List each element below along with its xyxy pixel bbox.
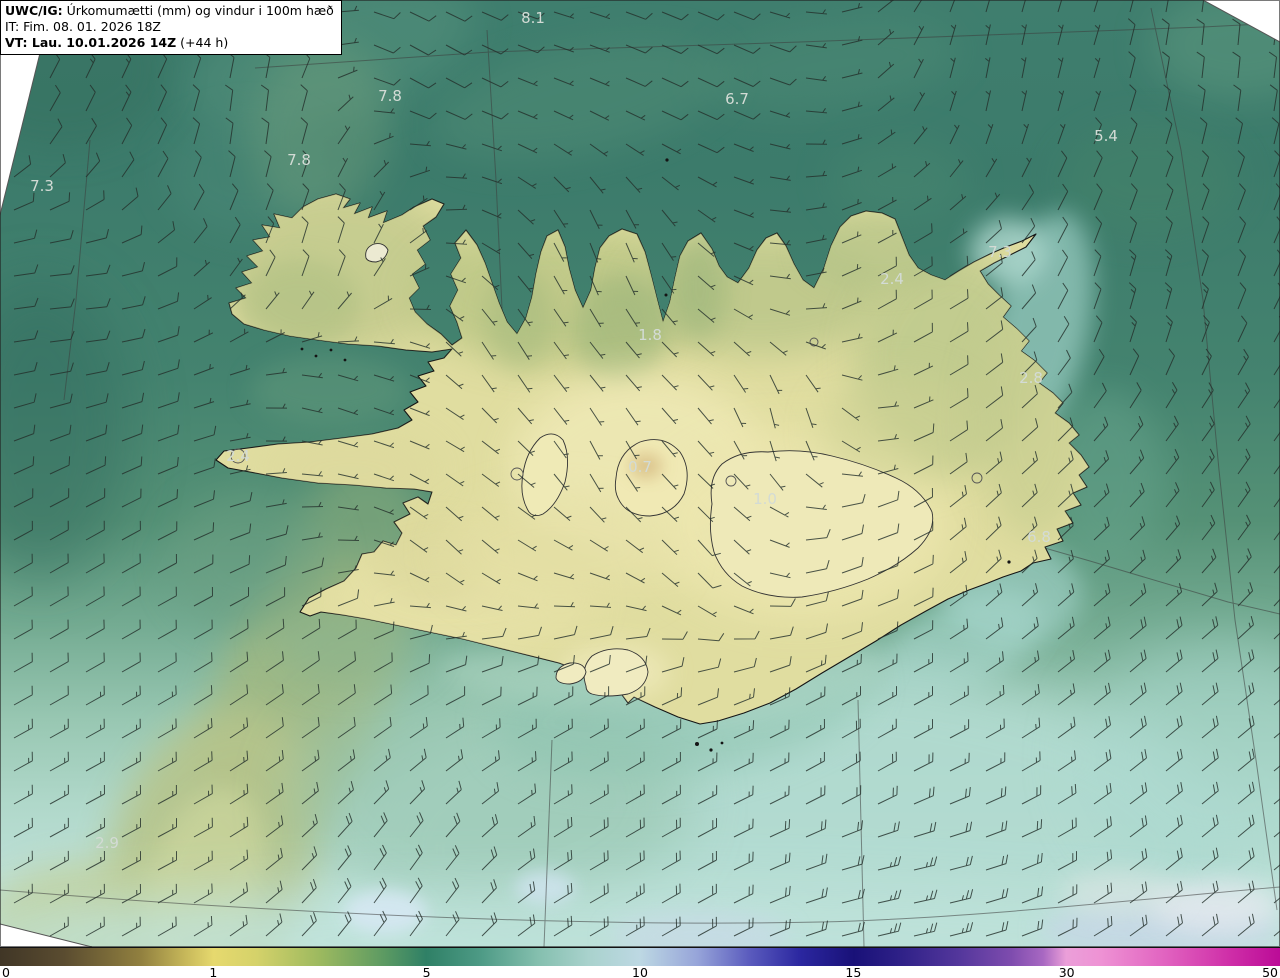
map-title-box: UWC/IG: Úrkomumætti (mm) og vindur i 100… (0, 0, 342, 55)
init-time-line: IT: Fim. 08. 01. 2026 18Z (5, 19, 161, 34)
precip-colorbar (0, 947, 1280, 966)
contour-label: 7.8 (378, 87, 402, 105)
colorbar-tick-labels: 0 1 5 10 15 30 50 (0, 966, 1280, 978)
contour-label: 7.3 (988, 243, 1012, 261)
colorbar-tick: 50 (1262, 964, 1278, 978)
title-line: UWC/IG: Úrkomumætti (mm) og vindur i 100… (5, 3, 334, 19)
contour-label: 6.7 (725, 90, 749, 108)
weather-map-frame: 8.1 7.8 6.7 7.8 7.3 5.4 7.3 2.4 2.8 1.8 2.4 0.7 1.0 6… (0, 0, 1280, 978)
colorbar-tick: 30 (1058, 964, 1075, 978)
colorbar-tick: 5 (422, 964, 431, 978)
model-id: UWC/IG: (5, 3, 63, 18)
contour-label: 5.4 (1094, 127, 1118, 145)
contour-label: 2.4 (226, 447, 250, 465)
contour-label: 2.8 (1019, 369, 1043, 387)
colorbar-tick: 15 (845, 964, 862, 978)
contour-label: 0.7 (628, 458, 652, 476)
colorbar-tick: 0 (2, 964, 10, 978)
valid-time-line: VT: Lau. 10.01.2026 14Z (+44 h) (5, 35, 229, 50)
contour-label: 7.8 (287, 151, 311, 169)
weather-map-canvas: 8.1 7.8 6.7 7.8 7.3 5.4 7.3 2.4 2.8 1.8 2.4 0.7 1.0 6… (0, 0, 1280, 947)
contour-label: 2.9 (95, 834, 119, 852)
contour-label: 8.1 (521, 9, 545, 27)
map-title: Úrkomumætti (mm) og vindur i 100m hæð (66, 3, 334, 18)
contour-label: 1.8 (638, 326, 662, 344)
colorbar-tick: 1 (209, 964, 218, 978)
contour-label: 6.8 (1027, 528, 1051, 546)
contour-label: 1.0 (753, 490, 777, 508)
map-area: 8.1 7.8 6.7 7.8 7.3 5.4 7.3 2.4 2.8 1.8 2.4 0.7 1.0 6… (0, 0, 1280, 947)
contour-label: 7.3 (30, 177, 54, 195)
contour-label: 2.4 (880, 270, 904, 288)
colorbar-tick: 10 (632, 964, 648, 978)
